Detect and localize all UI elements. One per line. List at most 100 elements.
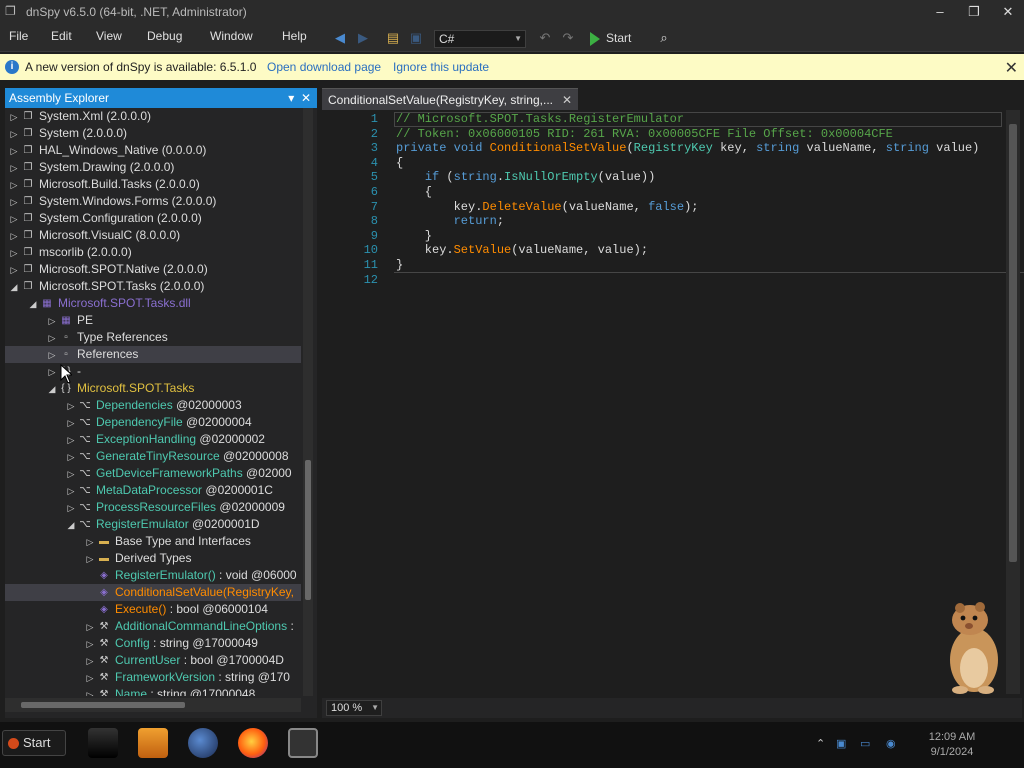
tree-row[interactable]: ▷ ⌥ ProcessResourceFiles @02000009 (5, 499, 301, 516)
collapsed-triangle-icon[interactable]: ▷ (66, 398, 76, 415)
tree-row[interactable]: ◈ RegisterEmulator() : void @06000 (5, 567, 301, 584)
close-tab-icon[interactable]: ✕ (562, 89, 572, 111)
tree-row[interactable]: ▷ ❐ System.Configuration (2.0.0.0) (5, 210, 301, 227)
collapsed-triangle-icon[interactable]: ▷ (66, 500, 76, 517)
menu-debug[interactable]: Debug (147, 29, 182, 43)
collapsed-triangle-icon[interactable]: ▷ (9, 194, 19, 211)
code-view[interactable]: 1 // Microsoft.SPOT.Tasks.RegisterEmulato… (342, 112, 1024, 692)
collapsed-triangle-icon[interactable]: ▷ (9, 262, 19, 279)
tree-horizontal-scrollbar[interactable] (5, 698, 301, 712)
collapsed-triangle-icon[interactable]: ▷ (66, 415, 76, 432)
collapsed-triangle-icon[interactable]: ▷ (66, 432, 76, 449)
start-menu-button[interactable]: Start (2, 730, 66, 756)
collapsed-triangle-icon[interactable]: ▷ (66, 449, 76, 466)
tree-row[interactable]: ▷ ❐ HAL_Windows_Native (0.0.0.0) (5, 142, 301, 159)
collapsed-triangle-icon[interactable]: ▷ (47, 330, 57, 347)
taskbar-app-terminal[interactable] (88, 728, 118, 758)
tree-row[interactable]: ▷ ❐ Microsoft.SPOT.Native (2.0.0.0) (5, 261, 301, 278)
editor-vertical-scrollbar[interactable] (1006, 110, 1020, 694)
navigate-back-icon[interactable]: ◀ (332, 30, 348, 46)
redo-icon[interactable]: ↷ (560, 30, 576, 46)
expanded-triangle-icon[interactable]: ◢ (66, 517, 76, 534)
collapsed-triangle-icon[interactable]: ▷ (9, 211, 19, 228)
collapsed-triangle-icon[interactable]: ▷ (9, 109, 19, 126)
tree-row[interactable]: ▷ ⌥ GetDeviceFrameworkPaths @02000 (5, 465, 301, 482)
tray-network-icon[interactable]: ▣ (836, 737, 848, 750)
collapsed-triangle-icon[interactable]: ▷ (85, 687, 95, 696)
tree-row[interactable]: ▷ ▦ PE (5, 312, 301, 329)
start-debugging-button[interactable]: Start (590, 28, 631, 48)
language-select[interactable]: C# ▼ (434, 30, 526, 48)
tree-row[interactable]: ▷ ▬ Base Type and Interfaces (5, 533, 301, 550)
system-clock[interactable]: 12:09 AM 9/1/2024 (912, 730, 992, 760)
scroll-thumb[interactable] (21, 702, 185, 708)
tree-row[interactable]: ▷ ❐ mscorlib (2.0.0.0) (5, 244, 301, 261)
collapsed-triangle-icon[interactable]: ▷ (47, 364, 57, 381)
tray-expand-icon[interactable]: ⌃ (816, 737, 828, 750)
collapsed-triangle-icon[interactable]: ▷ (9, 160, 19, 177)
code-line[interactable]: return; (396, 214, 504, 229)
tree-row[interactable]: ▷ ⌥ MetaDataProcessor @0200001C (5, 482, 301, 499)
tree-row[interactable]: ▷ ❐ Microsoft.Build.Tasks (2.0.0.0) (5, 176, 301, 193)
taskbar-app-media-player[interactable] (138, 728, 168, 758)
collapsed-triangle-icon[interactable]: ▷ (66, 466, 76, 483)
expanded-triangle-icon[interactable]: ◢ (9, 279, 19, 296)
maximize-button[interactable]: ❐ (962, 2, 986, 22)
collapsed-triangle-icon[interactable]: ▷ (85, 534, 95, 551)
code-line[interactable]: // Token: 0x06000105 RID: 261 RVA: 0x000… (396, 127, 893, 142)
tree-row[interactable]: ▷ ⚒ AdditionalCommandLineOptions : (5, 618, 301, 635)
code-line[interactable]: key.SetValue(valueName, value); (396, 243, 648, 258)
menu-window[interactable]: Window (210, 29, 253, 43)
tree-row[interactable]: ▷ ❐ Microsoft.VisualC (8.0.0.0) (5, 227, 301, 244)
tree-row[interactable]: ▷ ⌥ Dependencies @02000003 (5, 397, 301, 414)
code-line[interactable]: } (396, 229, 432, 244)
assembly-tree[interactable]: ▷ ❐ System.Xml (2.0.0.0) ▷ ❐ System (2.0.0.0)… (5, 108, 301, 696)
collapsed-triangle-icon[interactable]: ▷ (9, 126, 19, 143)
tree-row[interactable]: ◢ { } Microsoft.SPOT.Tasks (5, 380, 301, 397)
minimize-button[interactable]: – (928, 2, 952, 22)
ignore-update-link[interactable]: Ignore this update (393, 60, 489, 74)
tree-row[interactable]: ▷ ⌥ DependencyFile @02000004 (5, 414, 301, 431)
close-infobar-icon[interactable]: ✕ (1005, 58, 1018, 78)
collapsed-triangle-icon[interactable]: ▷ (9, 177, 19, 194)
navigate-forward-icon[interactable]: ▶ (355, 30, 371, 46)
tree-vertical-scrollbar[interactable] (303, 108, 313, 696)
search-icon[interactable]: ⌕ (656, 30, 672, 46)
tray-display-icon[interactable]: ▭ (860, 737, 872, 750)
code-line[interactable]: key.DeleteValue(valueName, false); (396, 200, 699, 215)
tree-row[interactable]: ▷{ }- (5, 363, 301, 380)
collapsed-triangle-icon[interactable]: ▷ (85, 670, 95, 687)
collapsed-triangle-icon[interactable]: ▷ (9, 228, 19, 245)
tree-row[interactable]: ▷ ▬ Derived Types (5, 550, 301, 567)
code-line[interactable]: // Microsoft.SPOT.Tasks.RegisterEmulator (396, 112, 684, 127)
code-line[interactable]: { (396, 156, 403, 171)
menu-view[interactable]: View (96, 29, 122, 43)
open-file-icon[interactable]: ▤ (385, 30, 401, 46)
taskbar-app-globe[interactable] (188, 728, 218, 758)
code-line[interactable]: private void ConditionalSetValue(Registr… (396, 141, 979, 156)
tree-row[interactable]: ▷ ❐ System.Xml (2.0.0.0) (5, 108, 301, 125)
tray-volume-icon[interactable]: ◉ (886, 737, 898, 750)
tree-row[interactable]: ▷ ⚒ Config : string @17000049 (5, 635, 301, 652)
tree-row[interactable]: ▷ ❐ System.Drawing (2.0.0.0) (5, 159, 301, 176)
close-window-button[interactable]: ✕ (996, 2, 1020, 22)
zoom-select[interactable]: 100 % ▼ (326, 700, 382, 716)
save-icon[interactable]: ▣ (408, 30, 424, 46)
tree-row[interactable]: ◈ ConditionalSetValue(RegistryKey, (5, 584, 301, 601)
tree-row[interactable]: ▷ ❐ System (2.0.0.0) (5, 125, 301, 142)
tree-row[interactable]: ▷ ⚒ Name : string @17000048 (5, 686, 301, 696)
code-line[interactable]: { (396, 185, 432, 200)
collapsed-triangle-icon[interactable]: ▷ (66, 483, 76, 500)
collapsed-triangle-icon[interactable]: ▷ (85, 619, 95, 636)
tree-row[interactable]: ▷ ▫ Type References (5, 329, 301, 346)
taskbar-app-firefox[interactable] (238, 728, 268, 758)
tree-row[interactable]: ◈ Execute() : bool @06000104 (5, 601, 301, 618)
undo-icon[interactable]: ↶ (537, 30, 553, 46)
collapsed-triangle-icon[interactable]: ▷ (85, 653, 95, 670)
tree-row[interactable]: ◢ ❐ Microsoft.SPOT.Tasks (2.0.0.0) (5, 278, 301, 295)
taskbar-app-dnspy[interactable] (288, 728, 318, 758)
tab-conditionalsetvalue[interactable]: ConditionalSetValue(RegistryKey, string,… (322, 88, 578, 110)
tree-row[interactable]: ▷ ⚒ CurrentUser : bool @1700004D (5, 652, 301, 669)
open-download-page-link[interactable]: Open download page (267, 60, 381, 74)
collapsed-triangle-icon[interactable]: ▷ (9, 245, 19, 262)
